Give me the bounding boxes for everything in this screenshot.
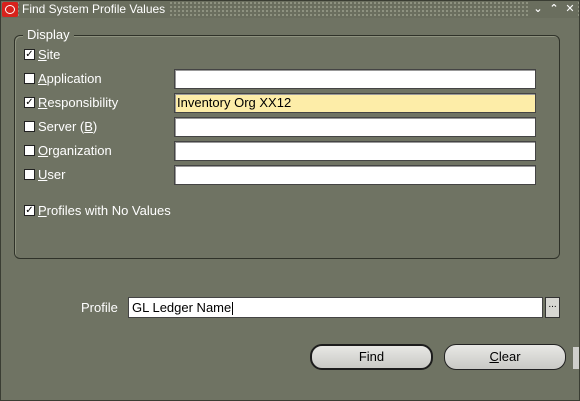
application-label[interactable]: Application: [38, 71, 102, 87]
site-checkbox[interactable]: ✓: [24, 49, 35, 60]
profile-value: GL Ledger Name: [132, 300, 232, 315]
user-label[interactable]: User: [38, 167, 65, 183]
maximize-icon[interactable]: ⌃: [547, 1, 561, 18]
application-checkbox[interactable]: [24, 73, 35, 84]
window-controls: ⌄ ⌃ ✕: [528, 1, 577, 18]
close-icon[interactable]: ✕: [563, 1, 577, 18]
oracle-logo-icon: [2, 2, 18, 17]
list-of-values-button[interactable]: ...: [545, 297, 560, 318]
window-edge: [573, 347, 579, 369]
server-checkbox[interactable]: [24, 121, 35, 132]
site-label[interactable]: Site: [38, 47, 60, 63]
server-field[interactable]: [174, 117, 536, 137]
clear-button[interactable]: Clear: [444, 344, 566, 370]
title-bar[interactable]: Find System Profile Values ⌄ ⌃ ✕: [1, 1, 579, 18]
minimize-icon[interactable]: ⌄: [531, 1, 545, 18]
organization-label[interactable]: Organization: [38, 143, 112, 159]
responsibility-label[interactable]: Responsibility: [38, 95, 118, 111]
server-label[interactable]: Server (B): [38, 119, 97, 135]
no-values-label[interactable]: Profiles with No Values: [38, 203, 171, 219]
find-button[interactable]: Find: [310, 344, 433, 370]
responsibility-field[interactable]: Inventory Org XX12: [174, 93, 536, 113]
organization-field[interactable]: [174, 141, 536, 161]
text-caret: [232, 302, 234, 316]
responsibility-checkbox[interactable]: ✓: [24, 97, 35, 108]
user-field[interactable]: [174, 165, 536, 185]
find-system-profile-values-window: Find System Profile Values ⌄ ⌃ ✕ Display…: [0, 0, 580, 401]
application-field[interactable]: [174, 69, 536, 89]
display-group-legend: Display: [23, 27, 74, 42]
window-title: Find System Profile Values: [19, 1, 169, 18]
profile-label: Profile: [81, 300, 118, 315]
user-checkbox[interactable]: [24, 169, 35, 180]
organization-checkbox[interactable]: [24, 145, 35, 156]
profile-field[interactable]: GL Ledger Name: [128, 297, 543, 318]
no-values-checkbox[interactable]: ✓: [24, 205, 35, 216]
